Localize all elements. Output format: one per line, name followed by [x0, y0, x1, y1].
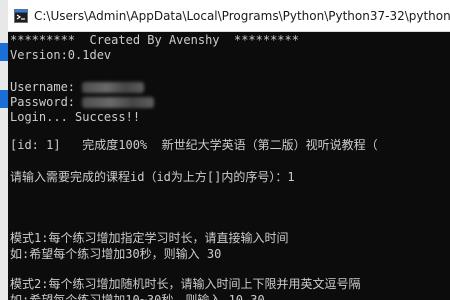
redacted-password: [82, 97, 155, 108]
left-panel-tab[interactable]: [0, 90, 8, 108]
login-status-line: Login... Success!!: [10, 110, 141, 124]
console-app-icon: [14, 8, 28, 23]
left-panel-strip: [0, 0, 8, 300]
banner-line: ********* Created By Avenshy *********: [10, 33, 299, 47]
window-title: C:\Users\Admin\AppData\Local\Programs\Py…: [34, 8, 450, 23]
title-bar[interactable]: C:\Users\Admin\AppData\Local\Programs\Py…: [8, 0, 450, 32]
course-id-prompt: 请输入需要完成的课程id（id为上方[]内的序号）：1: [10, 170, 295, 184]
username-label: Username:: [10, 80, 83, 94]
password-label: Password:: [10, 95, 83, 109]
console-output[interactable]: ********* Created By Avenshy ********* V…: [8, 32, 450, 300]
console-window: C:\Users\Admin\AppData\Local\Programs\Py…: [0, 0, 450, 300]
username-line: Username:: [10, 79, 145, 95]
version-line: Version:0.1dev: [10, 48, 112, 62]
course-list-line: [id: 1] 完成度100% 新世纪大学英语（第二版）视听说教程（: [10, 138, 378, 152]
mode1-title-line: 模式1:每个练习增加指定学习时长，请直接输入时间: [10, 231, 289, 245]
redacted-username: [82, 82, 145, 93]
mode2-example-line: 如:希望每个练习增加10~30秒，则输入 10,30: [10, 293, 265, 300]
mode1-example-line: 如:希望每个练习增加30秒，则输入 30: [10, 247, 222, 261]
left-panel-tab[interactable]: [0, 43, 8, 61]
password-line: Password:: [10, 94, 155, 110]
mode2-title-line: 模式2:每个练习增加随机时长，请输入时间上下限并用英文逗号隔: [10, 277, 361, 291]
